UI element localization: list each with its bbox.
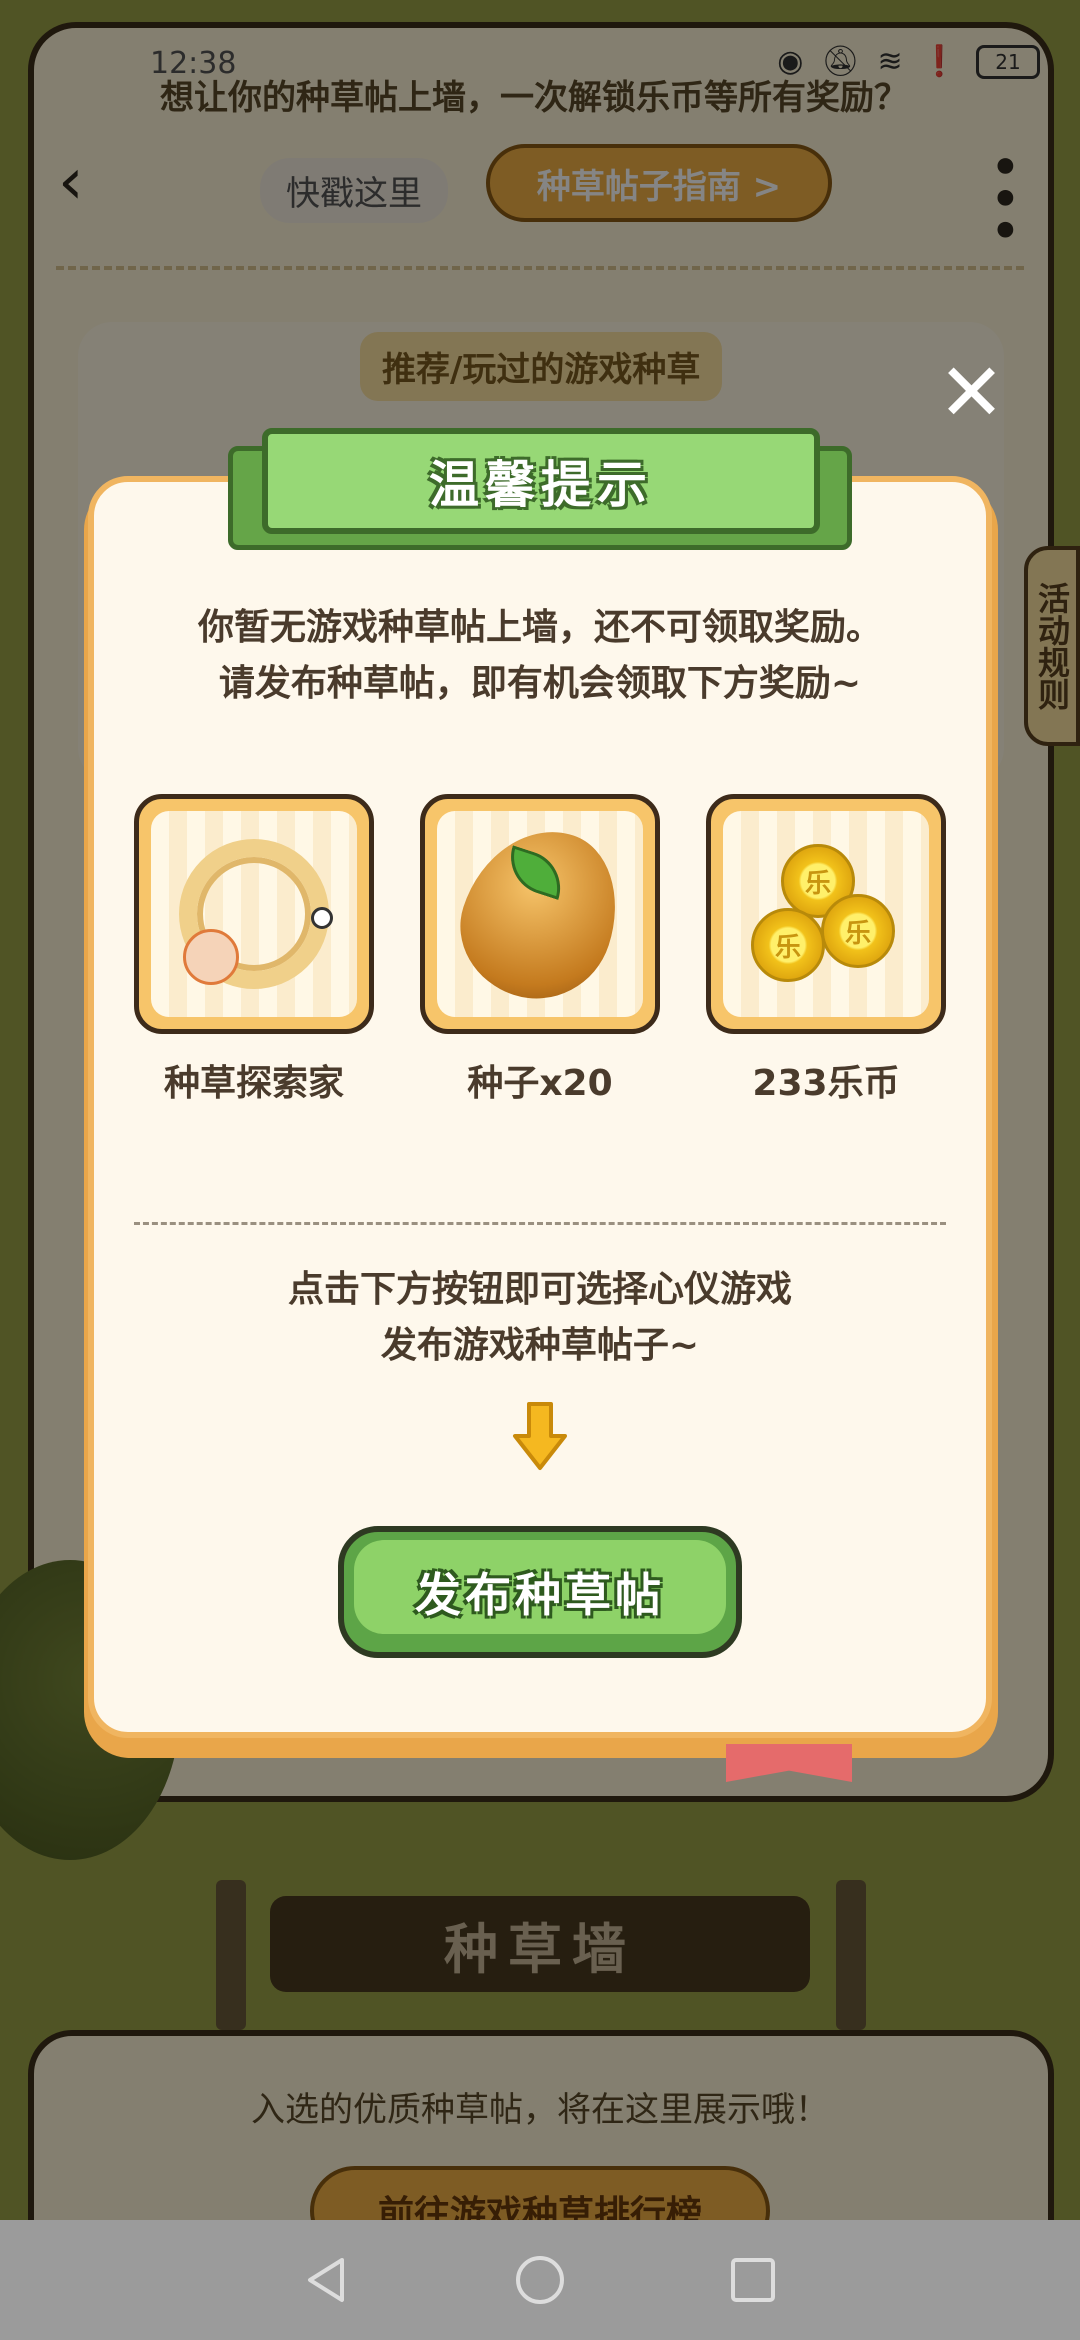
modal-message: 你暂无游戏种草帖上墙，还不可领取奖励。 请发布种草帖，即有机会领取下方奖励~ [120,600,960,712]
modal-divider [134,1222,946,1225]
back-nav-icon[interactable] [299,2252,355,2308]
coins-icon: 乐 乐 乐 [741,834,911,994]
publish-button-label: 发布种草帖 [415,1568,665,1622]
instruction: 点击下方按钮即可选择心仪游戏 发布游戏种草帖子~ [120,1262,960,1374]
reward-name: 种子x20 [467,1063,613,1104]
reward-box [420,794,660,1034]
recents-nav-icon[interactable] [725,2252,781,2308]
reward-item: 种子x20 [420,794,660,1106]
reward-name: 233乐币 [752,1063,900,1104]
modal-title: 温馨提示 [429,456,653,514]
reward-item: 乐 乐 乐 233乐币 [706,794,946,1106]
reward-name: 种草探索家 [163,1063,344,1104]
publish-post-button[interactable]: 发布种草帖 [338,1526,742,1658]
home-nav-icon[interactable] [512,2252,568,2308]
reward-box: 乐 乐 乐 [706,794,946,1034]
system-nav-bar [0,2220,1080,2340]
reward-list: 种草探索家 种子x20 乐 乐 乐 233乐币 [134,794,946,1106]
seed-icon [442,811,638,1017]
modal-title-ribbon: 温馨提示 [262,428,820,534]
reward-box [134,794,374,1034]
close-icon[interactable]: ✕ [938,353,1005,433]
instruction-line: 发布游戏种草帖子~ [380,1325,700,1366]
message-line: 你暂无游戏种草帖上墙，还不可领取奖励。 [197,607,882,648]
reward-item: 种草探索家 [134,794,374,1106]
down-arrow-icon [513,1402,567,1470]
message-line: 请发布种草帖，即有机会领取下方奖励~ [218,663,862,704]
wreath-avatar-frame-icon [179,839,333,989]
instruction-line: 点击下方按钮即可选择心仪游戏 [287,1269,792,1310]
